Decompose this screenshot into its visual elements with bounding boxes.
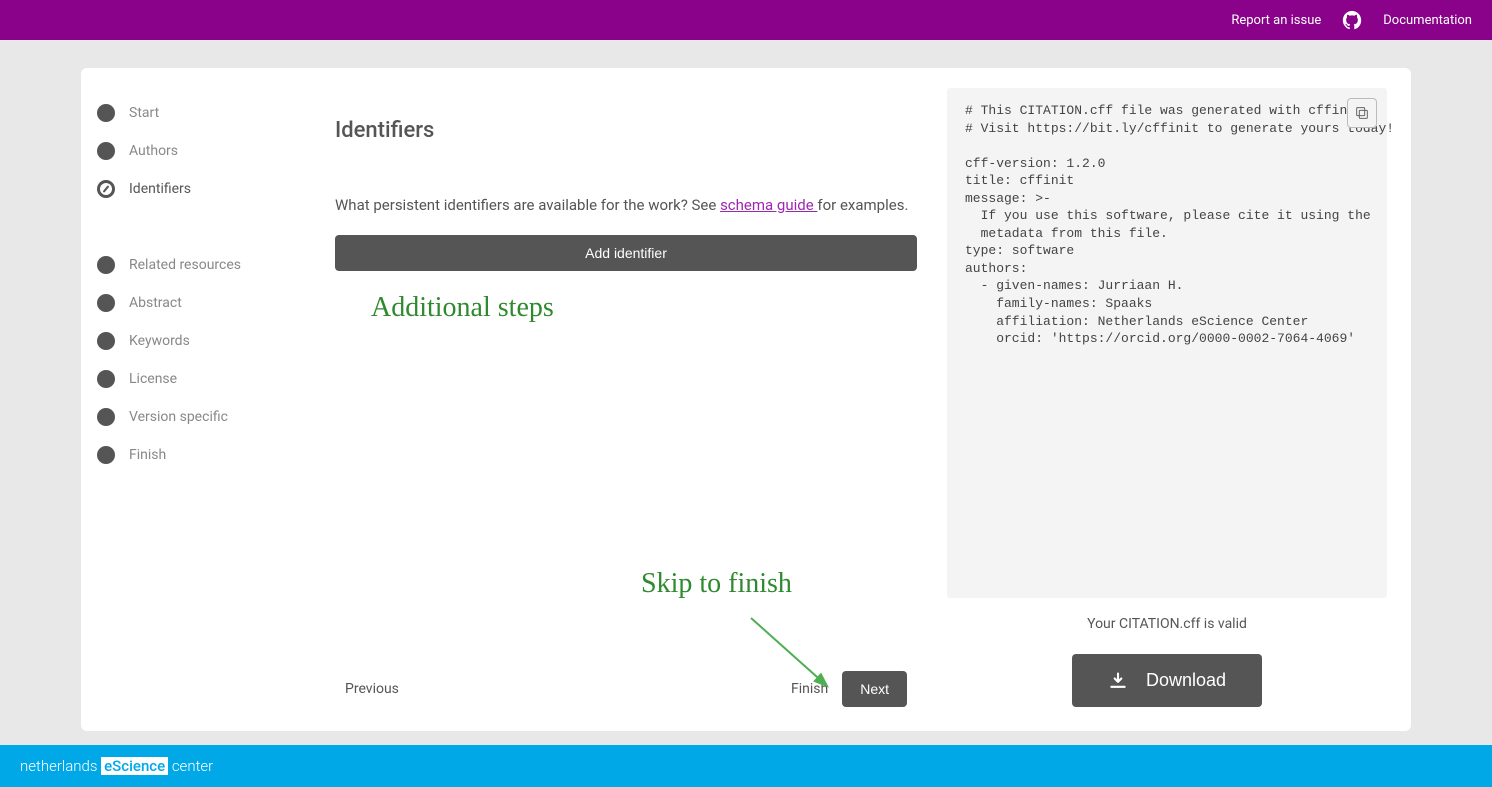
step-license[interactable]: License <box>95 360 285 398</box>
code-preview: # This CITATION.cff file was generated w… <box>947 88 1387 598</box>
copy-button[interactable] <box>1347 98 1377 128</box>
step-keywords[interactable]: Keywords <box>95 322 285 360</box>
nav-row: Previous Finish Next <box>335 661 917 707</box>
app-card: Start Authors Identifiers Related resour… <box>81 68 1411 731</box>
documentation-link[interactable]: Documentation <box>1383 13 1472 28</box>
step-abstract[interactable]: Abstract <box>95 284 285 322</box>
preview-panel: # This CITATION.cff file was generated w… <box>947 88 1387 707</box>
next-button[interactable]: Next <box>842 671 907 707</box>
step-start[interactable]: Start <box>95 94 285 132</box>
download-icon <box>1108 671 1128 691</box>
step-sidebar: Start Authors Identifiers Related resour… <box>95 88 285 707</box>
step-identifiers[interactable]: Identifiers <box>95 170 285 208</box>
step-finish[interactable]: Finish <box>95 436 285 474</box>
download-button[interactable]: Download <box>1072 654 1262 707</box>
step-authors[interactable]: Authors <box>95 132 285 170</box>
topbar: Report an issue Documentation <box>0 0 1492 40</box>
page-title: Identifiers <box>335 118 917 143</box>
schema-guide-link[interactable]: schema guide <box>720 196 817 214</box>
copy-icon <box>1354 105 1370 121</box>
footer-brand: netherlands eScience center <box>20 757 213 775</box>
description-text: What persistent identifiers are availabl… <box>335 193 917 217</box>
add-identifier-button[interactable]: Add identifier <box>335 235 917 271</box>
finish-link[interactable]: Finish <box>791 681 828 697</box>
step-version-specific[interactable]: Version specific <box>95 398 285 436</box>
report-issue-link[interactable]: Report an issue <box>1231 13 1321 28</box>
github-icon[interactable] <box>1341 9 1363 31</box>
main-form: Identifiers What persistent identifiers … <box>305 88 927 707</box>
validation-status: Your CITATION.cff is valid <box>947 616 1387 632</box>
previous-button[interactable]: Previous <box>345 681 399 697</box>
step-related-resources[interactable]: Related resources <box>95 246 285 284</box>
code-text: # This CITATION.cff file was generated w… <box>965 103 1394 346</box>
